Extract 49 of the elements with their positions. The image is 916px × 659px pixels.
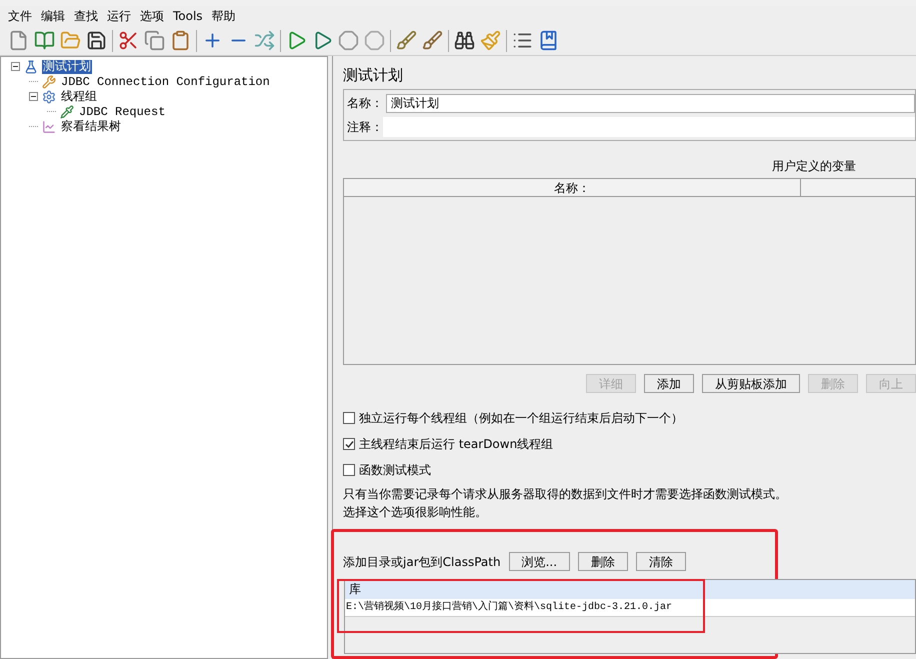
field-label: 名称： [346,95,384,112]
stop-icon[interactable] [338,30,359,51]
wrench-icon [42,74,56,88]
classpath-label: 添加目录或jar包到ClassPath [343,554,501,570]
menu-item[interactable]: 查找 [74,7,98,25]
menu-item[interactable]: 文件 [8,7,32,25]
pipette-icon [60,104,74,118]
table-cell: E:\营销视频\10月接口营销\入门篇\资料\sqlite-jdbc-3.21.0.jar [345,599,915,617]
menu-item[interactable]: 运行 [107,7,131,25]
minus-box-icon[interactable] [29,92,38,101]
checkbox[interactable] [343,464,355,476]
field-label: 注释： [346,119,383,136]
name-field[interactable]: 测试计划 [386,94,915,112]
hint-text: 选择这个选项很影响性能。 [343,504,488,521]
save-icon[interactable] [86,30,107,51]
checkbox[interactable] [343,438,355,450]
panel-title: 测试计划 [343,65,404,84]
checkbox-label: 函数测试模式 [359,462,431,479]
menu-item[interactable]: 帮助 [212,7,236,25]
minus-box-icon[interactable] [11,62,20,71]
new-file-icon[interactable] [8,30,29,51]
table-title: 用户定义的变量 [772,158,856,175]
checkbox[interactable] [343,412,355,424]
action-button[interactable]: 从剪贴板添加 [702,374,800,393]
checkbox-label: 独立运行每个线程组（例如在一个组运行结束后启动下一个） [359,410,683,427]
menu-item[interactable]: Tools [173,7,203,25]
action-button[interactable]: 添加 [644,374,694,393]
paste-icon[interactable] [170,30,191,51]
tree-item[interactable]: 察看结果树 [60,120,122,134]
action-button[interactable]: 清除 [636,552,686,571]
column-header: 名称： [344,179,801,196]
search-icon[interactable] [454,30,475,51]
action-button[interactable]: 浏览... [508,552,570,571]
hint-text: 只有当你需要记录每个请求从服务器取得的数据到文件时才需要选择函数测试模式。 [343,486,788,503]
checkbox-label: 主线程结束后运行 tearDown线程组 [359,436,554,453]
tree-item[interactable]: 测试计划 [42,60,92,74]
copy-icon[interactable] [144,30,165,51]
flask-icon [24,60,38,74]
tree-item[interactable]: JDBC Connection Configuration [60,74,271,88]
action-button[interactable]: 删除 [578,552,628,571]
menu-item[interactable]: 编辑 [41,7,65,25]
cut-icon[interactable] [118,30,139,51]
comment-field[interactable] [383,117,915,137]
tree-item[interactable]: JDBC Request [78,104,166,118]
chart-icon [42,120,56,134]
menu-item[interactable]: 选项 [140,7,164,25]
column-header: 库 [345,580,915,599]
gear-icon [42,90,56,104]
tree-item[interactable]: 线程组 [60,90,98,104]
